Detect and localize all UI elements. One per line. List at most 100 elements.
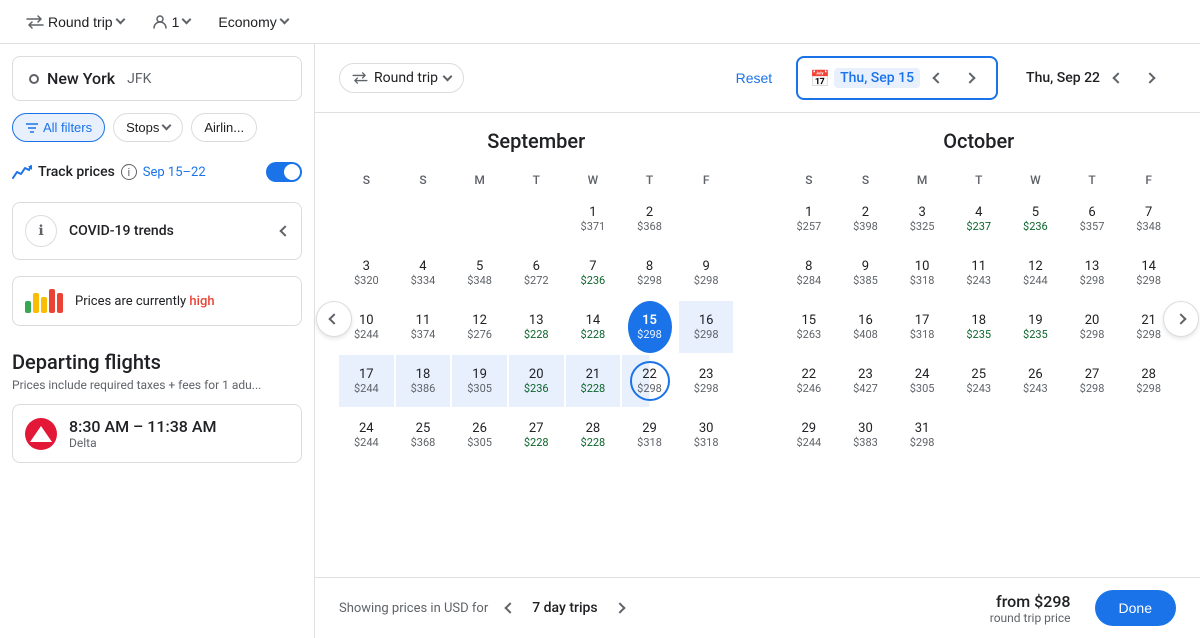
return-prev-icon (1112, 72, 1123, 83)
calendar-day[interactable]: 22$246 (782, 355, 837, 407)
calendar-day (396, 193, 451, 245)
calendar-day[interactable]: 31$298 (895, 409, 950, 461)
calendar-overlay: Round trip Reset 📅 Thu, Sep 15 Thu, Sep … (315, 44, 1200, 638)
calendar-day[interactable]: 28$298 (1121, 355, 1176, 407)
trips-prev-btn[interactable] (496, 594, 524, 622)
stops-btn[interactable]: Stops (113, 113, 183, 142)
return-next-icon (1144, 72, 1155, 83)
calendar-day[interactable]: 8$298 (622, 247, 677, 299)
calendar-day[interactable]: 14$298 (1121, 247, 1176, 299)
trips-selector[interactable]: 7 day trips (532, 600, 597, 616)
calendar-day[interactable]: 2$368 (622, 193, 677, 245)
calendar-day[interactable]: 27$298 (1065, 355, 1120, 407)
prices-card: Prices are currently high (12, 276, 302, 326)
calendar-day[interactable]: 9$298 (679, 247, 734, 299)
calendar-day[interactable]: 30$318 (679, 409, 734, 461)
stops-chevron (162, 121, 172, 131)
calendar-day[interactable]: 25$368 (396, 409, 451, 461)
september-grid: SSMTWTF1$3712$3683$3204$3345$3486$2727$2… (339, 169, 734, 461)
calendar-day[interactable]: 17$318 (895, 301, 950, 353)
main-layout: New York JFK All filters Stops Airlin... (0, 44, 1200, 638)
reset-button[interactable]: Reset (736, 70, 773, 86)
calendar-next-icon (1175, 313, 1186, 324)
calendar-next-btn[interactable] (1163, 301, 1199, 337)
day-header: F (1121, 169, 1176, 191)
calendar-day[interactable]: 3$325 (895, 193, 950, 245)
calendar-day[interactable]: 12$276 (452, 301, 507, 353)
calendar-day[interactable]: 19$235 (1008, 301, 1063, 353)
calendar-day[interactable]: 14$228 (566, 301, 621, 353)
calendar-day[interactable]: 26$243 (1008, 355, 1063, 407)
calendar-day[interactable]: 1$257 (782, 193, 837, 245)
calendar-day[interactable]: 6$357 (1065, 193, 1120, 245)
calendar-day[interactable]: 16$408 (838, 301, 893, 353)
calendar-day[interactable]: 30$383 (838, 409, 893, 461)
calendar-round-trip[interactable]: Round trip (339, 63, 464, 93)
calendar-day[interactable]: 4$334 (396, 247, 451, 299)
calendar-day[interactable]: 26$305 (452, 409, 507, 461)
calendar-day[interactable]: 21$228 (566, 355, 621, 407)
calendar-day[interactable]: 25$243 (951, 355, 1006, 407)
round-trip-selector[interactable]: Round trip (16, 8, 134, 36)
calendar-day (509, 193, 564, 245)
day-header: T (509, 169, 564, 191)
calendar-day[interactable]: 29$318 (622, 409, 677, 461)
calendar-day[interactable]: 1$371 (566, 193, 621, 245)
calendar-day[interactable]: 28$228 (566, 409, 621, 461)
calendar-day[interactable]: 29$244 (782, 409, 837, 461)
calendar-day[interactable]: 8$284 (782, 247, 837, 299)
passengers-selector[interactable]: 1 (142, 8, 201, 36)
calendar-day[interactable]: 20$298 (1065, 301, 1120, 353)
calendar-day[interactable]: 13$298 (1065, 247, 1120, 299)
calendar-day[interactable]: 19$305 (452, 355, 507, 407)
depart-date-selector[interactable]: 📅 Thu, Sep 15 (796, 56, 998, 100)
track-prices-info[interactable]: i (121, 164, 137, 180)
calendar-day[interactable]: 24$244 (339, 409, 394, 461)
calendar-day[interactable]: 7$348 (1121, 193, 1176, 245)
cabin-selector[interactable]: Economy (208, 8, 297, 36)
calendar-day[interactable]: 15$298 (628, 301, 672, 353)
origin-search-box[interactable]: New York JFK (12, 56, 302, 101)
calendar-day[interactable]: 11$374 (396, 301, 451, 353)
calendar-day[interactable]: 12$244 (1008, 247, 1063, 299)
calendar-day[interactable]: 2$398 (838, 193, 893, 245)
calendar-day[interactable]: 11$243 (951, 247, 1006, 299)
calendar-day[interactable]: 13$228 (509, 301, 564, 353)
calendar-day[interactable]: 5$348 (452, 247, 507, 299)
calendar-day[interactable]: 18$235 (951, 301, 1006, 353)
track-prices-toggle[interactable] (266, 162, 302, 182)
calendar-day[interactable]: 27$228 (509, 409, 564, 461)
calendar-day[interactable]: 10$318 (895, 247, 950, 299)
calendar-day[interactable]: 16$298 (679, 301, 734, 353)
calendar-day[interactable]: 3$320 (339, 247, 394, 299)
calendar-day[interactable]: 15$263 (782, 301, 837, 353)
calendar-prev-btn[interactable] (316, 301, 352, 337)
return-date-next[interactable] (1136, 64, 1164, 92)
airlines-btn[interactable]: Airlin... (191, 113, 257, 142)
calendar-day[interactable]: 18$386 (396, 355, 451, 407)
return-date-prev[interactable] (1104, 64, 1132, 92)
calendar-day[interactable]: 5$236 (1008, 193, 1063, 245)
return-date-selector[interactable]: Thu, Sep 22 (1014, 58, 1176, 98)
covid-trends-card[interactable]: ℹ COVID-19 trends (12, 202, 302, 260)
trips-next-btn[interactable] (606, 594, 634, 622)
depart-date-next[interactable] (956, 64, 984, 92)
calendar-day[interactable]: 24$305 (895, 355, 950, 407)
all-filters-btn[interactable]: All filters (12, 113, 105, 142)
calendar-day[interactable]: 4$237 (951, 193, 1006, 245)
flight-card[interactable]: 8:30 AM – 11:38 AM Delta (12, 404, 302, 463)
calendar-day[interactable]: 17$244 (339, 355, 394, 407)
calendar-day[interactable]: 20$236 (509, 355, 564, 407)
day-header: F (679, 169, 734, 191)
calendar-day[interactable]: 7$236 (566, 247, 621, 299)
calendar-day[interactable]: 9$385 (838, 247, 893, 299)
calendar-round-trip-icon (352, 72, 368, 84)
departing-title: Departing flights (12, 350, 302, 374)
calendar-day[interactable]: 6$272 (509, 247, 564, 299)
calendar-day[interactable]: 23$298 (679, 355, 734, 407)
done-button[interactable]: Done (1095, 590, 1176, 626)
calendar-day[interactable]: 22$298 (622, 355, 677, 407)
calendar-day[interactable]: 23$427 (838, 355, 893, 407)
day-header: T (622, 169, 677, 191)
depart-date-prev[interactable] (924, 64, 952, 92)
